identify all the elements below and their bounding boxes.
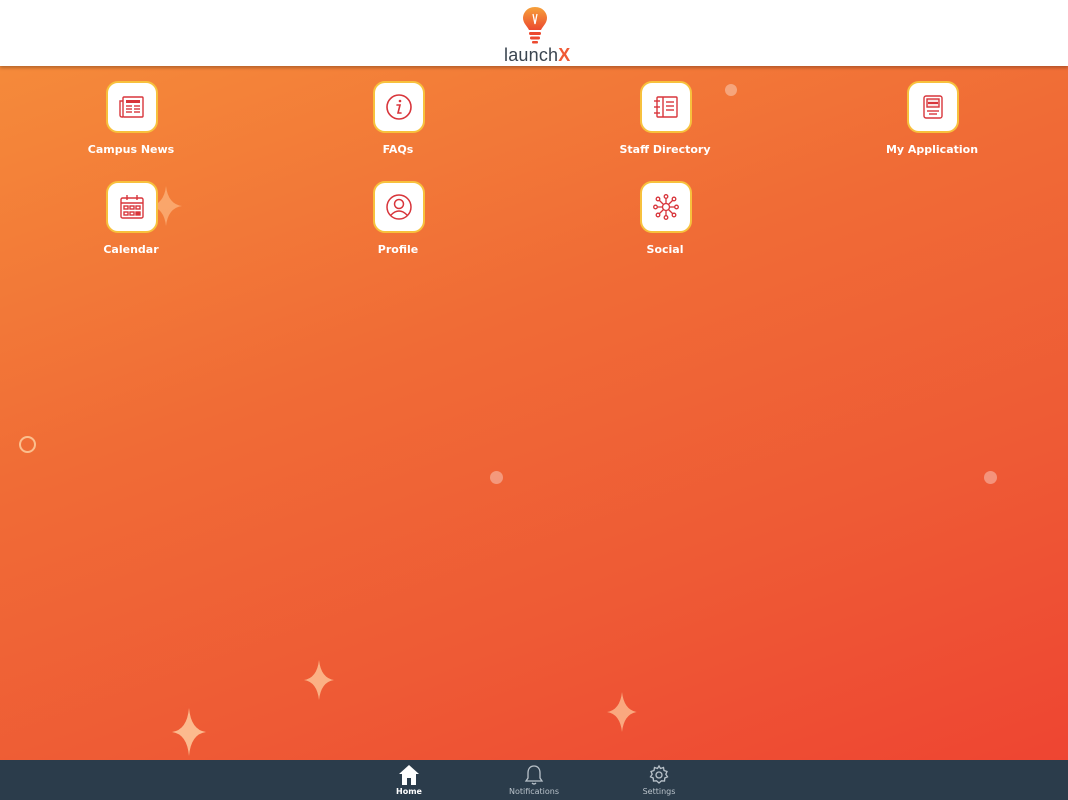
directory-icon — [640, 81, 692, 133]
tile-label: Calendar — [103, 243, 159, 256]
tile-label: Campus News — [87, 143, 175, 156]
bottom-nav: Home Notifications Settings — [0, 760, 1068, 800]
nav-notifications[interactable]: Notifications — [494, 760, 574, 800]
sparkle-decoration — [172, 708, 206, 756]
profile-icon — [373, 181, 425, 233]
newspaper-icon — [106, 81, 158, 133]
tile-profile[interactable]: Profile — [331, 181, 471, 271]
gear-icon — [649, 764, 669, 784]
logo-text: launchX — [504, 45, 571, 65]
tile-label: FAQs — [382, 143, 414, 156]
tile-label: Staff Directory — [619, 143, 711, 156]
application-icon — [907, 81, 959, 133]
home-icon — [399, 765, 419, 785]
app-header: launchX — [0, 0, 1068, 66]
tile-faqs[interactable]: FAQs — [331, 81, 471, 171]
launchx-logo[interactable]: launchX — [498, 6, 570, 64]
tile-label: Profile — [377, 243, 419, 256]
nav-label: Settings — [642, 787, 676, 796]
nav-label: Home — [396, 787, 422, 796]
tile-social[interactable]: Social — [598, 181, 738, 271]
sparkle-decoration — [304, 660, 334, 700]
tile-calendar[interactable]: Calendar — [64, 181, 204, 271]
sparkle-decoration — [607, 692, 637, 732]
dot-decoration — [984, 471, 997, 484]
social-network-icon — [640, 181, 692, 233]
nav-settings[interactable]: Settings — [619, 760, 699, 800]
tile-campus-news[interactable]: Campus News — [64, 81, 204, 171]
ring-decoration — [19, 436, 36, 453]
nav-label: Notifications — [508, 787, 560, 796]
tile-staff-directory[interactable]: Staff Directory — [598, 81, 738, 171]
tile-my-application[interactable]: My Application — [865, 81, 1005, 171]
calendar-icon — [106, 181, 158, 233]
tile-label: Social — [646, 243, 684, 256]
home-screen: Campus News FAQs Staff Directory My Appl… — [0, 66, 1068, 760]
tile-label: My Application — [885, 143, 979, 156]
nav-home[interactable]: Home — [369, 760, 449, 800]
dot-decoration — [490, 471, 503, 484]
info-icon — [373, 81, 425, 133]
bell-icon — [524, 765, 544, 785]
lightbulb-icon — [523, 7, 547, 44]
